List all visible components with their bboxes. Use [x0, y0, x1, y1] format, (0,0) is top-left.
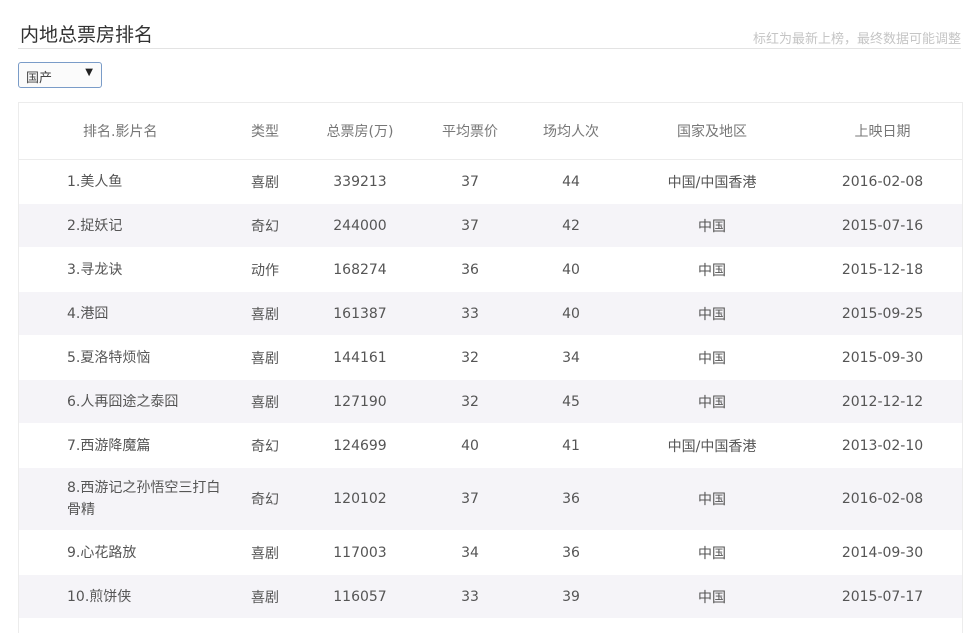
cell-box-office: 124699 [301, 423, 419, 468]
cell-genre: 奇幻 [229, 203, 301, 248]
cell-box-office: 127190 [301, 379, 419, 424]
column-header-genre: 类型 [229, 103, 301, 160]
cell-attendance: 44 [521, 159, 621, 204]
cell-region: 中国 [621, 467, 803, 531]
cell-region: 中国 [621, 574, 803, 619]
column-header-attendance: 场均人次 [521, 103, 621, 160]
cell-genre: 喜剧 [229, 291, 301, 336]
cell-box-office: 168274 [301, 247, 419, 292]
cell-release-date: 2012-12-12 [803, 379, 962, 424]
cell-genre: 奇幻 [229, 423, 301, 468]
cell-genre: 奇幻 [229, 467, 301, 531]
cell-film-name: 5.夏洛特烦恼 [19, 335, 229, 380]
cell-film-name: 10.煎饼侠 [19, 574, 229, 619]
cell-film-name: 2.捉妖记 [19, 203, 229, 248]
column-header-avg-price: 平均票价 [419, 103, 521, 160]
cell-release-date: 2016-02-08 [803, 159, 962, 204]
cell-attendance: 41 [521, 423, 621, 468]
cell-avg-price: 32 [419, 379, 521, 424]
cell-film-name: 8.西游记之孙悟空三打白骨精 [19, 467, 229, 531]
cell-film-name: 4.港囧 [19, 291, 229, 336]
cell-avg-price: 34 [419, 530, 521, 575]
cell-box-office: 116057 [301, 574, 419, 619]
table-row: 9.心花路放 喜剧 117003 34 36 中国 2014-09-30 [19, 530, 962, 575]
cell-attendance: 36 [521, 530, 621, 575]
region-filter-value: 国产 [26, 71, 53, 86]
cell-film-name: 1.美人鱼 [19, 159, 229, 204]
table-row: 5.夏洛特烦恼 喜剧 144161 32 34 中国 2015-09-30 [19, 335, 962, 380]
page-header: 内地总票房排名 标红为最新上榜，最终数据可能调整 [18, 18, 961, 49]
cell-box-office: 339213 [301, 159, 419, 204]
cell-film-name: 9.心花路放 [19, 530, 229, 575]
cell-genre: 喜剧 [229, 159, 301, 204]
cell-release-date: 2014-09-30 [803, 530, 962, 575]
cell-avg-price: 32 [419, 335, 521, 380]
cell-avg-price: 40 [419, 423, 521, 468]
cell-release-date: 2016-02-08 [803, 467, 962, 531]
cell-region: 中国/中国香港 [621, 423, 803, 468]
cell-avg-price: 33 [419, 291, 521, 336]
column-header-region: 国家及地区 [621, 103, 803, 160]
table-row: 4.港囧 喜剧 161387 33 40 中国 2015-09-25 [19, 291, 962, 336]
cell-region: 中国/中国香港 [621, 159, 803, 204]
column-header-release-date: 上映日期 [803, 103, 962, 160]
cell-attendance: 42 [521, 203, 621, 248]
cell-release-date: 2015-12-18 [803, 247, 962, 292]
cell-attendance: 40 [521, 247, 621, 292]
cell-film-name: 6.人再囧途之泰囧 [19, 379, 229, 424]
cell-release-date: 2015-07-17 [803, 574, 962, 619]
cell-attendance: 45 [521, 379, 621, 424]
cell-release-date: 2015-09-30 [803, 335, 962, 380]
cell-region: 中国 [621, 247, 803, 292]
cell-release-date: 2013-02-10 [803, 423, 962, 468]
cell-avg-price: 37 [419, 203, 521, 248]
cell-genre: 喜剧 [229, 379, 301, 424]
cell-box-office: 244000 [301, 203, 419, 248]
cell-region: 中国 [621, 379, 803, 424]
region-filter-select[interactable]: 国产 ▼ [18, 62, 102, 88]
triangle-down-icon: ▼ [85, 67, 93, 78]
table-row: 2.捉妖记 奇幻 244000 37 42 中国 2015-07-16 [19, 203, 962, 248]
cell-region: 中国 [621, 291, 803, 336]
cell-attendance: 36 [521, 467, 621, 531]
cell-avg-price: 37 [419, 159, 521, 204]
cell-release-date: 2015-09-25 [803, 291, 962, 336]
box-office-table: 排名.影片名 类型 总票房(万) 平均票价 场均人次 国家及地区 上映日期 1.… [18, 102, 963, 633]
cell-box-office: 144161 [301, 335, 419, 380]
cell-avg-price: 33 [419, 574, 521, 619]
cell-genre: 动作 [229, 247, 301, 292]
cell-box-office: 161387 [301, 291, 419, 336]
table-row: 3.寻龙诀 动作 168274 36 40 中国 2015-12-18 [19, 247, 962, 292]
cell-attendance: 34 [521, 335, 621, 380]
column-header-box-office: 总票房(万) [301, 103, 419, 160]
cell-release-date: 2015-07-16 [803, 203, 962, 248]
table-row: 1.美人鱼 喜剧 339213 37 44 中国/中国香港 2016-02-08 [19, 159, 962, 204]
table-row: 8.西游记之孙悟空三打白骨精 奇幻 120102 37 36 中国 2016-0… [19, 467, 962, 531]
cell-region: 中国 [621, 335, 803, 380]
column-header-name: 排名.影片名 [19, 103, 229, 160]
cell-region: 中国 [621, 203, 803, 248]
cell-box-office: 120102 [301, 467, 419, 531]
cell-genre: 喜剧 [229, 335, 301, 380]
table-row: 10.煎饼侠 喜剧 116057 33 39 中国 2015-07-17 [19, 574, 962, 619]
cell-avg-price: 37 [419, 467, 521, 531]
cell-genre: 喜剧 [229, 574, 301, 619]
cell-region: 中国 [621, 530, 803, 575]
table-header-row: 排名.影片名 类型 总票房(万) 平均票价 场均人次 国家及地区 上映日期 [19, 103, 962, 160]
table-row: 7.西游降魔篇 奇幻 124699 40 41 中国/中国香港 2013-02-… [19, 423, 962, 468]
cell-attendance: 39 [521, 574, 621, 619]
table-row: 6.人再囧途之泰囧 喜剧 127190 32 45 中国 2012-12-12 [19, 379, 962, 424]
cell-box-office: 117003 [301, 530, 419, 575]
cell-attendance: 40 [521, 291, 621, 336]
page-title: 内地总票房排名 [20, 24, 154, 46]
cell-avg-price: 36 [419, 247, 521, 292]
cell-film-name: 7.西游降魔篇 [19, 423, 229, 468]
cell-genre: 喜剧 [229, 530, 301, 575]
data-note: 标红为最新上榜，最终数据可能调整 [752, 32, 961, 47]
cell-film-name: 3.寻龙诀 [19, 247, 229, 292]
